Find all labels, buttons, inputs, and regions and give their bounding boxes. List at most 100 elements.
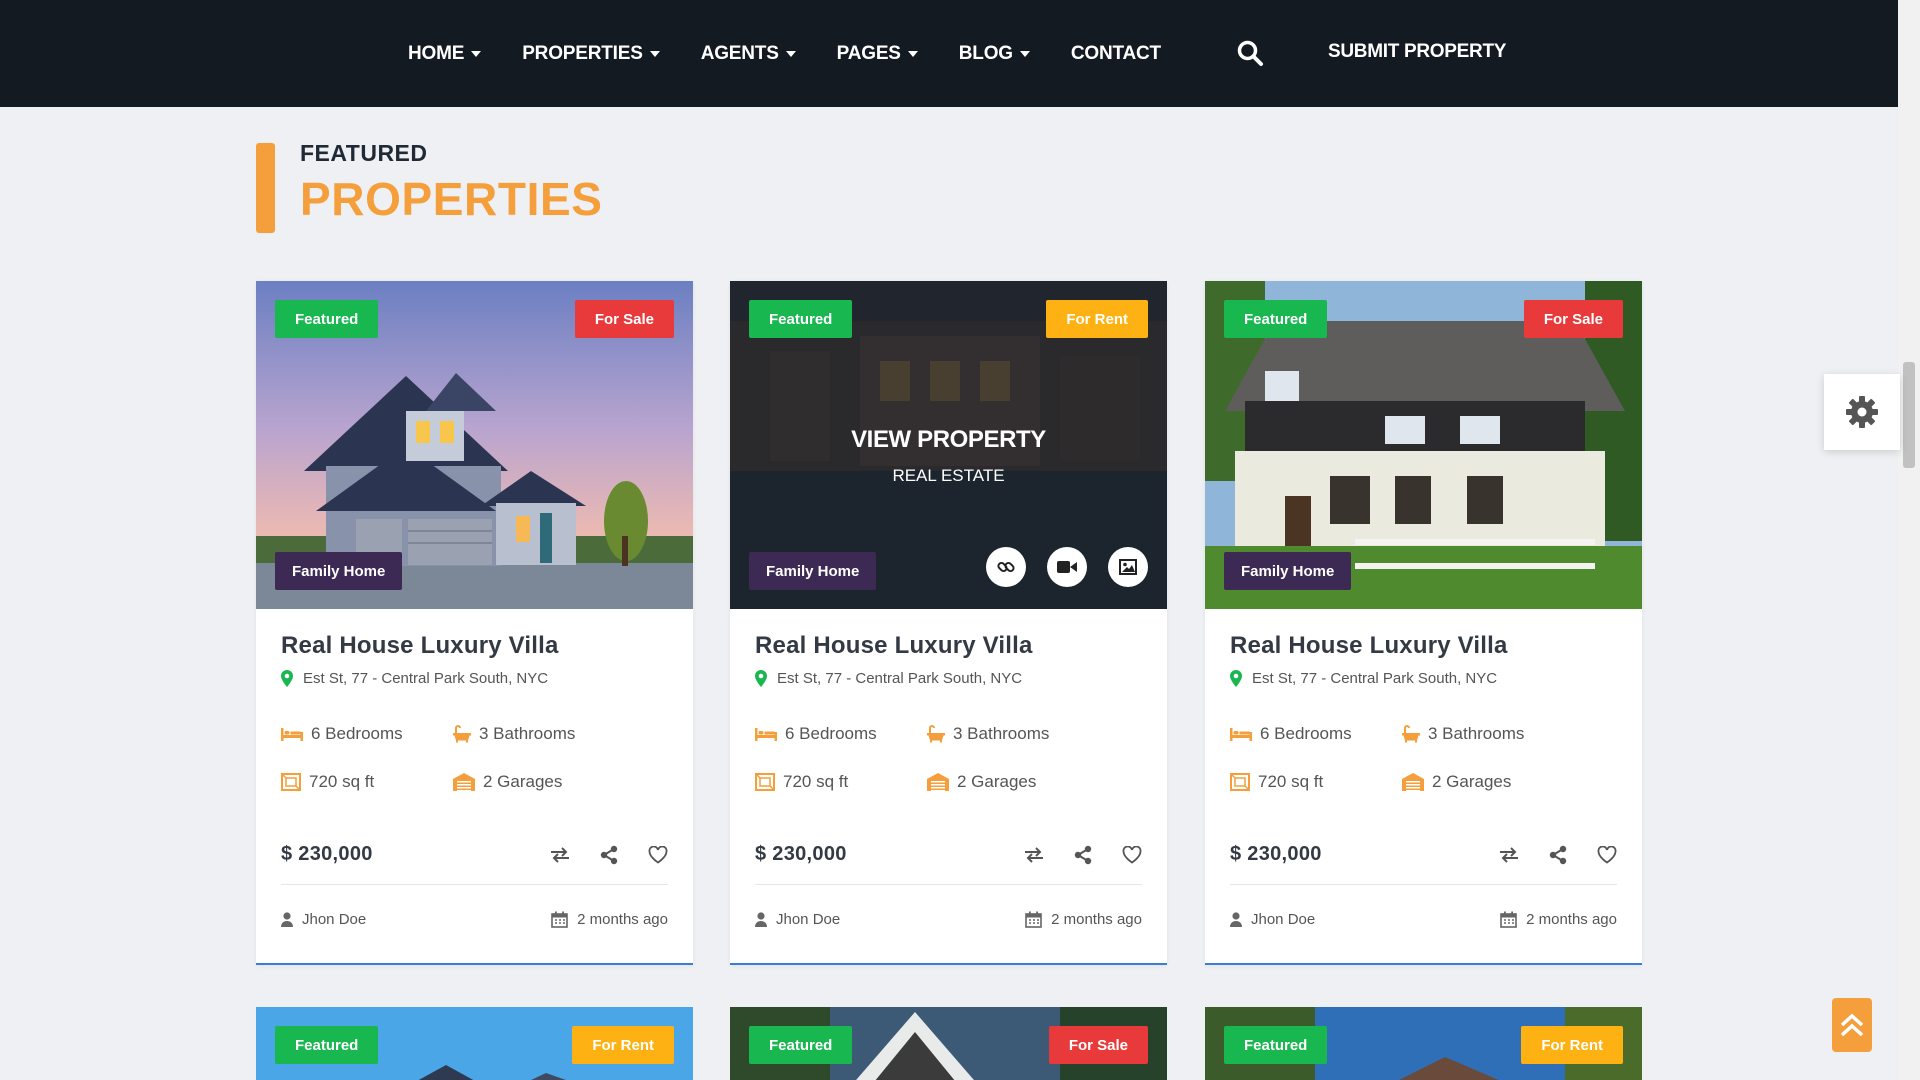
back-to-top-button[interactable] [1832,998,1872,1052]
bathtub-icon [927,725,945,743]
submit-property-link[interactable]: SUBMIT PROPERTY [1328,41,1506,63]
video-icon[interactable] [1047,547,1087,587]
overlay-subtitle: REAL ESTATE [892,466,1005,485]
caret-down-icon [649,50,660,57]
heart-icon[interactable] [1122,845,1142,865]
image-icon[interactable] [1108,547,1148,587]
nav-home-label: HOME [408,42,465,64]
map-marker-icon [281,670,293,687]
agent-name: Jhon Doe [776,910,841,928]
card-actions [1024,845,1142,865]
garages-text: 2 Garages [1432,772,1512,791]
property-card: VIEW PROPERTY REAL ESTATE Featured For R… [730,281,1167,965]
caret-down-icon [907,50,918,57]
price-row: $ 230,000 [281,843,668,885]
property-title[interactable]: Real House Luxury Villa [1230,632,1617,660]
property-type-badge[interactable]: Family Home [1224,552,1352,590]
garages-text: 2 Garages [483,772,563,791]
user-icon [1230,911,1242,927]
agent-meta[interactable]: Jhon Doe [1230,911,1315,928]
post-date: 2 months ago [1526,910,1617,928]
bathtub-icon [453,725,471,743]
share-icon[interactable] [1073,845,1093,865]
compare-icon[interactable] [550,845,570,865]
property-image[interactable]: VIEW PROPERTY REAL ESTATE Featured For R… [730,281,1167,609]
nav-blog[interactable]: BLOG [959,43,1030,65]
nav-properties-label: PROPERTIES [522,42,643,64]
address-text: Est St, 77 - Central Park South, NYC [303,670,549,687]
property-title[interactable]: Real House Luxury Villa [755,632,1142,660]
for-sale-badge: For Sale [1523,300,1623,338]
date-meta: 2 months ago [551,911,668,928]
nav-properties[interactable]: PROPERTIES [522,42,660,65]
property-image[interactable]: Featured For Sale Family Home [1205,281,1642,609]
calendar-icon [1500,911,1517,928]
map-marker-icon [1230,670,1242,687]
garage-icon [453,773,475,791]
property-features: 6 Bedrooms 3 Bathrooms 720 sq ft 2 Garag… [755,724,1142,792]
compare-icon[interactable] [1024,845,1044,865]
property-type-badge[interactable]: Family Home [749,552,877,590]
property-type-badge[interactable]: Family Home [275,552,403,590]
area-text: 720 sq ft [1258,772,1324,791]
for-sale-badge: For Sale [574,300,674,338]
section-title: PROPERTIES [300,173,603,225]
for-sale-badge: For Sale [1048,1026,1148,1064]
garages-feature: 2 Garages [1402,772,1602,792]
agent-meta[interactable]: Jhon Doe [755,911,840,928]
card-meta: Jhon Doe 2 months ago [1230,885,1617,953]
page-scrollbar[interactable] [1898,0,1920,1080]
user-icon [755,911,767,927]
user-icon [281,911,293,927]
area-feature: 720 sq ft [1230,772,1402,792]
garage-icon [927,773,949,791]
compare-icon[interactable] [1499,845,1519,865]
top-navbar: HOME PROPERTIES AGENTS PAGES BLOG CONTAC… [0,0,1898,107]
property-image[interactable]: Featured For Sale Family Home [256,281,693,609]
nav-home[interactable]: HOME [408,42,482,65]
gear-icon [1846,396,1878,428]
property-card-partial[interactable]: Featured For Rent [256,1007,693,1080]
link-icon[interactable] [986,547,1026,587]
view-property-link[interactable]: VIEW PROPERTY [730,426,1167,454]
property-features: 6 Bedrooms 3 Bathrooms 720 sq ft 2 Garag… [1230,724,1617,792]
share-icon[interactable] [599,845,619,865]
media-buttons [986,547,1148,587]
share-icon[interactable] [1548,845,1568,865]
section-subtitle: FEATURED [300,140,428,166]
property-card-partial[interactable]: Featured For Sale [730,1007,1167,1080]
search-icon[interactable] [1236,39,1264,67]
main-menu: HOME PROPERTIES AGENTS PAGES BLOG CONTAC… [408,0,1202,107]
caret-down-icon [785,50,796,57]
property-card-partial[interactable]: Featured For Rent [1205,1007,1642,1080]
garage-icon [1402,773,1424,791]
property-price: $ 230,000 [281,843,373,865]
for-rent-badge: For Rent [1046,300,1148,338]
bathrooms-feature: 3 Bathrooms [453,724,653,744]
map-marker-icon [755,670,767,687]
scrollbar-thumb[interactable] [1903,362,1915,468]
property-card: Featured For Sale Family Home Real House… [256,281,693,965]
area-text: 720 sq ft [783,772,849,791]
settings-toggle[interactable] [1824,374,1900,450]
calendar-icon [1025,911,1042,928]
property-title[interactable]: Real House Luxury Villa [281,632,668,660]
card-actions [1499,845,1617,865]
heart-icon[interactable] [1597,845,1617,865]
nav-pages[interactable]: PAGES [837,43,918,65]
card-actions [550,845,668,865]
area-icon [755,773,775,791]
nav-agents[interactable]: AGENTS [701,43,796,65]
bedrooms-feature: 6 Bedrooms [755,724,927,744]
for-rent-badge: For Rent [1521,1026,1623,1064]
heading-accent-bar [256,143,275,233]
date-meta: 2 months ago [1500,911,1617,928]
heart-icon[interactable] [648,845,668,865]
price-row: $ 230,000 [755,843,1142,885]
nav-contact[interactable]: CONTACT [1071,43,1161,65]
bedrooms-text: 6 Bedrooms [311,724,403,743]
bed-icon [281,728,303,741]
bathtub-icon [1402,725,1420,743]
agent-meta[interactable]: Jhon Doe [281,911,366,928]
bedrooms-text: 6 Bedrooms [1260,724,1352,743]
